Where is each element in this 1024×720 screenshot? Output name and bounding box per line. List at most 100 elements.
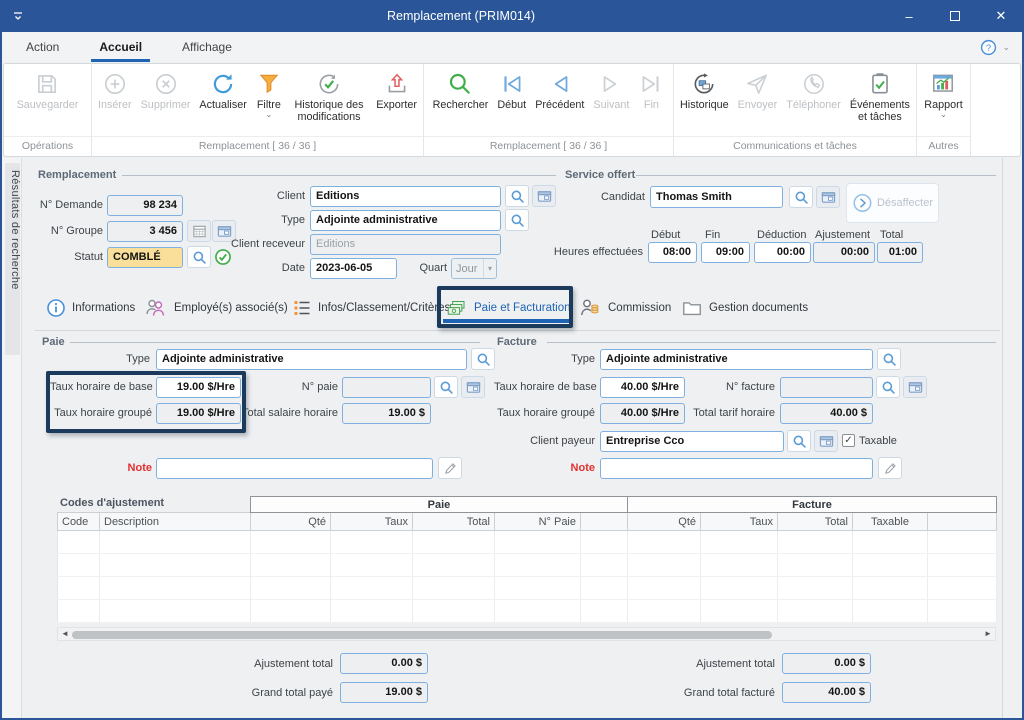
col-total-facture: Total bbox=[778, 513, 853, 531]
tab-gestion-documents[interactable]: Gestion documents bbox=[681, 294, 808, 322]
candidat-field[interactable]: Thomas Smith bbox=[650, 186, 783, 208]
app-menu-icon[interactable] bbox=[0, 8, 36, 24]
paie-note-field[interactable] bbox=[156, 458, 433, 479]
paie-type-search-button[interactable] bbox=[471, 348, 495, 370]
heures-deduction-field[interactable]: 00:00 bbox=[754, 242, 811, 263]
quart-dropdown[interactable]: Jour▾ bbox=[451, 258, 497, 279]
scrollbar-thumb[interactable] bbox=[72, 631, 772, 639]
type-field[interactable]: Adjointe administrative bbox=[310, 210, 501, 231]
paie-note-edit-button[interactable] bbox=[438, 457, 462, 479]
tab-informations[interactable]: Informations bbox=[46, 294, 135, 322]
client-payeur-search-button[interactable] bbox=[787, 430, 811, 452]
table-group-header-row: Paie Facture bbox=[58, 497, 997, 513]
no-groupe-field[interactable]: 3 456 bbox=[107, 221, 183, 242]
search-icon bbox=[794, 190, 809, 205]
scroll-left-icon[interactable]: ◄ bbox=[59, 628, 71, 640]
close-button[interactable]: ✕ bbox=[978, 0, 1024, 32]
chevron-down-icon: ▾ bbox=[483, 259, 496, 278]
client-field[interactable]: Editions bbox=[310, 186, 501, 207]
client-open-button[interactable] bbox=[532, 185, 556, 207]
heures-total-field: 01:00 bbox=[877, 242, 923, 263]
events-tasks-button[interactable]: Événements et tâches bbox=[846, 69, 914, 126]
history-icon bbox=[691, 71, 717, 97]
no-demande-field[interactable]: 98 234 bbox=[107, 195, 183, 216]
horizontal-scrollbar[interactable]: ◄ ► bbox=[57, 627, 996, 641]
no-paie-field bbox=[342, 377, 431, 398]
minimize-button[interactable]: – bbox=[886, 0, 932, 32]
refresh-button[interactable]: Actualiser bbox=[195, 69, 250, 113]
search-button[interactable]: Rechercher bbox=[429, 69, 493, 113]
folder-icon bbox=[466, 380, 481, 395]
maximize-button[interactable] bbox=[932, 0, 978, 32]
previous-record-button[interactable]: Précédent bbox=[531, 69, 588, 113]
taxable-checkbox[interactable] bbox=[842, 434, 855, 447]
facture-type-label: Type bbox=[540, 349, 595, 370]
search-results-panel-tab[interactable]: Résultats de recherche bbox=[2, 158, 22, 718]
client-payeur-open-button[interactable] bbox=[814, 430, 838, 452]
desaffecter-button[interactable]: Désaffecter bbox=[846, 183, 939, 223]
facture-taux-base-field[interactable]: 40.00 $/Hre bbox=[600, 377, 685, 398]
group-title-remplacement: Remplacement bbox=[38, 169, 116, 181]
menu-tab-accueil[interactable]: Accueil bbox=[97, 35, 144, 59]
paie-note-label: Note bbox=[110, 458, 152, 479]
no-facture-open-button[interactable] bbox=[903, 376, 927, 398]
refresh-icon bbox=[210, 71, 236, 97]
phone-icon bbox=[801, 71, 827, 97]
tab-employes-associes[interactable]: Employé(s) associé(s) bbox=[143, 294, 288, 322]
search-icon bbox=[192, 250, 207, 265]
client-payeur-field[interactable]: Entreprise Cco bbox=[600, 431, 784, 452]
paie-ajustement-total-field: 0.00 $ bbox=[340, 653, 428, 674]
no-facture-search-button[interactable] bbox=[876, 376, 900, 398]
candidat-open-button[interactable] bbox=[816, 186, 840, 208]
help-button[interactable]: ⌄ bbox=[980, 39, 1022, 56]
menu-tab-action[interactable]: Action bbox=[24, 35, 61, 59]
col-code: Code bbox=[58, 513, 100, 531]
no-groupe-label: N° Groupe bbox=[19, 221, 103, 242]
facture-type-search-button[interactable] bbox=[877, 348, 901, 370]
filter-button[interactable]: Filtre⌄ bbox=[252, 69, 286, 120]
calendar-icon bbox=[192, 224, 207, 239]
heures-col-total: Total bbox=[880, 229, 903, 241]
modification-history-button[interactable]: Historique des modifications bbox=[287, 69, 371, 126]
type-search-button[interactable] bbox=[505, 209, 529, 231]
first-record-button[interactable]: Début bbox=[493, 69, 530, 113]
tab-commission[interactable]: Commission bbox=[578, 294, 671, 322]
menu-tab-affichage[interactable]: Affichage bbox=[180, 35, 234, 59]
calendar-button[interactable] bbox=[187, 220, 211, 242]
statut-field[interactable]: COMBLÉ bbox=[107, 247, 183, 268]
active-tab-underline bbox=[443, 319, 569, 323]
tab-paie-et-facturation[interactable]: Paie et Facturation bbox=[446, 294, 571, 322]
client-search-button[interactable] bbox=[505, 185, 529, 207]
heures-debut-field[interactable]: 08:00 bbox=[648, 242, 697, 263]
scroll-right-icon[interactable]: ► bbox=[982, 628, 994, 640]
folder-icon bbox=[821, 190, 836, 205]
search-icon bbox=[439, 380, 454, 395]
send-button: Envoyer bbox=[734, 69, 782, 113]
table-header-row: Code Description Qté Taux Total N° Paie … bbox=[58, 513, 997, 531]
no-paie-open-button[interactable] bbox=[461, 376, 485, 398]
tab-infos-classement-criteres[interactable]: Infos/Classement/Critères bbox=[292, 294, 450, 322]
total-tarif-field: 40.00 $ bbox=[780, 403, 873, 424]
client-receveur-label: Client receveur bbox=[225, 234, 305, 255]
facture-note-edit-button[interactable] bbox=[878, 457, 902, 479]
quart-label: Quart bbox=[403, 258, 447, 279]
ribbon-group-caption: Opérations bbox=[4, 136, 91, 156]
report-button[interactable]: Rapport⌄ bbox=[920, 69, 966, 120]
table-row bbox=[58, 554, 997, 577]
history-check-icon bbox=[316, 71, 342, 97]
statut-search-button[interactable] bbox=[187, 246, 211, 268]
history-button[interactable]: Historique bbox=[676, 69, 733, 113]
facture-note-field[interactable] bbox=[600, 458, 873, 479]
previous-icon bbox=[547, 71, 573, 97]
heures-fin-field[interactable]: 09:00 bbox=[701, 242, 750, 263]
paie-taux-base-field[interactable]: 19.00 $/Hre bbox=[156, 377, 241, 398]
pencil-icon bbox=[443, 461, 458, 476]
no-paie-search-button[interactable] bbox=[434, 376, 458, 398]
export-button[interactable]: Exporter bbox=[372, 69, 421, 113]
facture-type-field[interactable]: Adjointe administrative bbox=[600, 349, 873, 370]
date-field[interactable]: 2023-06-05 bbox=[310, 258, 397, 279]
search-icon bbox=[510, 213, 525, 228]
paie-type-field[interactable]: Adjointe administrative bbox=[156, 349, 467, 370]
pay-icon bbox=[446, 298, 468, 319]
candidat-search-button[interactable] bbox=[789, 186, 813, 208]
